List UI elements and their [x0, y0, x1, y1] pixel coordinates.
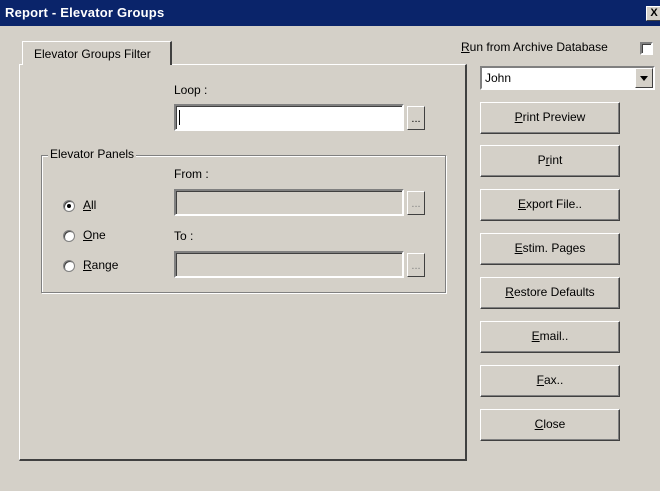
user-select[interactable]: John: [480, 66, 655, 90]
from-browse-button[interactable]: ...: [407, 191, 425, 215]
restore-defaults-button[interactable]: Restore Defaults: [480, 277, 620, 309]
radio-one[interactable]: [63, 230, 75, 242]
report-window: Report - Elevator Groups X Elevator Grou…: [0, 0, 660, 491]
from-input[interactable]: [174, 189, 404, 216]
title-bar[interactable]: Report - Elevator Groups X: [0, 0, 660, 26]
print-preview-button[interactable]: Print Preview: [480, 102, 620, 134]
close-window-button[interactable]: X: [646, 6, 660, 21]
radio-all-label[interactable]: All: [83, 198, 96, 212]
chevron-down-icon[interactable]: [635, 68, 653, 88]
fax-button[interactable]: Fax..: [480, 365, 620, 397]
estimate-pages-button[interactable]: Estim. Pages: [480, 233, 620, 265]
window-title: Report - Elevator Groups: [5, 5, 165, 20]
radio-all[interactable]: [63, 200, 75, 212]
to-browse-button[interactable]: ...: [407, 253, 425, 277]
user-select-value: John: [485, 71, 512, 85]
text-caret: [179, 110, 180, 125]
print-button[interactable]: Print: [480, 145, 620, 177]
archive-database-checkbox[interactable]: [640, 42, 653, 55]
archive-database-label[interactable]: Run from Archive Database: [461, 40, 608, 54]
loop-browse-button[interactable]: ...: [407, 106, 425, 130]
close-icon: X: [650, 7, 658, 19]
tab-elevator-groups-filter[interactable]: Elevator Groups Filter: [22, 41, 172, 65]
elevator-panels-label: Elevator Panels: [48, 147, 137, 161]
radio-one-label[interactable]: One: [83, 228, 106, 242]
from-label: From :: [174, 167, 209, 181]
radio-range-label[interactable]: Range: [83, 258, 118, 272]
loop-input[interactable]: [174, 104, 404, 131]
radio-range[interactable]: [63, 260, 75, 272]
to-input[interactable]: [174, 251, 404, 278]
export-file-button[interactable]: Export File..: [480, 189, 620, 221]
email-button[interactable]: Email..: [480, 321, 620, 353]
loop-label: Loop :: [174, 83, 208, 97]
to-label: To :: [174, 229, 194, 243]
tab-label: Elevator Groups Filter: [34, 47, 151, 61]
close-button[interactable]: Close: [480, 409, 620, 441]
